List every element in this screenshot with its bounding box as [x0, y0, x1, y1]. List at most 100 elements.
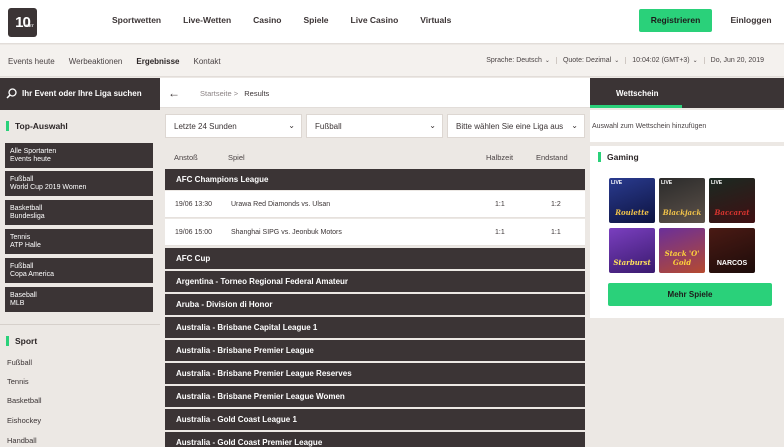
top-item[interactable]: Baseball MLB [5, 287, 153, 312]
top-item-league: Events heute [10, 156, 51, 163]
league-header[interactable]: AFC Cup [165, 248, 585, 269]
sidebar-item-handball[interactable]: Handball [7, 436, 37, 445]
sidebar-item-tennis[interactable]: Tennis [7, 377, 29, 386]
match-time: 19/06 13:30 [175, 201, 212, 208]
live-badge: LIVE [611, 180, 623, 186]
game-tile-stack-o-gold[interactable]: Stack 'O' Gold [659, 228, 705, 273]
league-header[interactable]: Australia - Brisbane Premier League Wome… [165, 386, 585, 407]
league-select[interactable]: Bitte wählen Sie eine Liga aus ⌄ [447, 114, 585, 138]
chevron-down-icon: ⌄ [571, 121, 578, 130]
language-label: Sprache: [486, 57, 515, 64]
chevron-down-icon: ⌄ [544, 58, 550, 64]
match-game[interactable]: Urawa Red Diamonds vs. Ulsan [231, 201, 330, 208]
search-icon [6, 88, 17, 99]
league-header[interactable]: Australia - Brisbane Capital League 1 [165, 317, 585, 338]
game-title: NARCOS [716, 260, 748, 267]
match-halftime: 1:1 [495, 201, 505, 208]
top-item-league: ATP Halle [10, 242, 41, 249]
betslip-header: Wettschein [590, 78, 784, 108]
register-button[interactable]: Registrieren [639, 9, 712, 32]
match-final: 1:2 [551, 201, 561, 208]
main-nav: Sportwetten Live-Wetten Casino Spiele Li… [112, 15, 451, 25]
game-tile-starburst[interactable]: Starburst [609, 228, 655, 273]
current-date: Do, Jun 20, 2019 [703, 57, 770, 64]
top-item-sport: Basketball [10, 205, 43, 212]
language-select[interactable]: Sprache: Deutsch ⌄ [480, 57, 556, 64]
sport-select[interactable]: Fußball ⌄ [306, 114, 443, 138]
column-final: Endstand [536, 153, 568, 162]
sport-select-value: Fußball [315, 122, 342, 131]
chevron-down-icon: ⌄ [288, 121, 295, 130]
game-title: Starburst [613, 258, 651, 267]
match-time: 19/06 15:00 [175, 229, 212, 236]
nav-casino[interactable]: Casino [253, 15, 281, 25]
more-games-button[interactable]: Mehr Spiele [608, 283, 772, 306]
league-header[interactable]: Argentina - Torneo Regional Federal Amat… [165, 271, 585, 292]
match-halftime: 1:1 [495, 229, 505, 236]
table-row: 19/06 15:00 Shanghai SIPG vs. Jeonbuk Mo… [165, 219, 585, 246]
game-tile-blackjack[interactable]: LIVE Blackjack [659, 178, 705, 223]
period-select-value: Letzte 24 Sunden [174, 122, 237, 131]
game-title: Roulette [615, 208, 649, 217]
subnav-events-today[interactable]: Events heute [8, 57, 55, 66]
betslip-empty-message: Auswahl zum Wettschein hinzufügen [590, 110, 784, 142]
clock-timezone: (GMT+3) [661, 57, 690, 64]
game-tile-baccarat[interactable]: LIVE Baccarat [709, 178, 755, 223]
subnav-promotions[interactable]: Werbeaktionen [69, 57, 123, 66]
league-header[interactable]: Australia - Gold Coast League 1 [165, 409, 585, 430]
nav-virtuals[interactable]: Virtuals [420, 15, 451, 25]
subnav-contact[interactable]: Kontakt [194, 57, 221, 66]
sidebar-item-basketball[interactable]: Basketball [7, 396, 42, 405]
match-game[interactable]: Shanghai SIPG vs. Jeonbuk Motors [231, 229, 342, 236]
search-box[interactable]: Ihr Event oder Ihre Liga suchen [0, 78, 160, 110]
game-tile-narcos[interactable]: NARCOS [709, 228, 755, 273]
search-input[interactable]: Ihr Event oder Ihre Liga suchen [22, 89, 142, 98]
top-selection-title: Top-Auswahl [6, 121, 68, 131]
back-arrow-icon[interactable]: ← [168, 86, 180, 100]
nav-spiele[interactable]: Spiele [304, 15, 329, 25]
top-item-sport: Baseball [10, 292, 37, 299]
nav-live-wetten[interactable]: Live-Wetten [183, 15, 231, 25]
chevron-down-icon: ⌄ [614, 58, 620, 64]
league-header[interactable]: Aruba - Division di Honor [165, 294, 585, 315]
top-item-sport: Fußball [10, 176, 34, 183]
period-select[interactable]: Letzte 24 Sunden ⌄ [165, 114, 302, 138]
breadcrumb-path: Startseite > Results [200, 89, 269, 98]
odds-value: Dezimal [585, 57, 612, 64]
game-title: Baccarat [714, 208, 750, 217]
league-header[interactable]: Australia - Brisbane Premier League Rese… [165, 363, 585, 384]
top-item[interactable]: Alle Sportarten Events heute [5, 143, 153, 168]
gaming-title: Gaming [598, 152, 639, 162]
league-header[interactable]: Australia - Gold Coast Premier League [165, 432, 585, 447]
brand-logo[interactable]: 10 BET [8, 8, 37, 37]
top-item-league: Bundesliga [10, 213, 45, 220]
subnav-results[interactable]: Ergebnisse [136, 57, 179, 66]
chevron-down-icon: ⌄ [692, 58, 698, 64]
settings-bar: Sprache: Deutsch ⌄ Quote: Dezimal ⌄ 10:04:… [480, 57, 770, 64]
login-button[interactable]: Einloggen [722, 9, 780, 32]
breadcrumb: ← Startseite > Results [160, 78, 590, 108]
logo-sub: BET [26, 23, 34, 28]
live-badge: LIVE [661, 180, 673, 186]
tab-betslip[interactable]: Wettschein [590, 78, 682, 108]
language-value: Deutsch [516, 57, 542, 64]
chevron-down-icon: ⌄ [429, 121, 436, 130]
left-sidebar: Ihr Event oder Ihre Liga suchen Top-Ausw… [0, 78, 160, 447]
top-header: 10 BET Sportwetten Live-Wetten Casino Sp… [0, 0, 784, 44]
breadcrumb-home[interactable]: Startseite [200, 89, 232, 98]
column-halftime: Halbzeit [486, 153, 514, 162]
top-item[interactable]: Tennis ATP Halle [5, 229, 153, 254]
nav-sportwetten[interactable]: Sportwetten [112, 15, 161, 25]
league-header[interactable]: Australia - Brisbane Premier League [165, 340, 585, 361]
nav-live-casino[interactable]: Live Casino [351, 15, 399, 25]
sidebar-item-fussball[interactable]: Fußball [7, 358, 32, 367]
league-header[interactable]: AFC Champions League [165, 169, 585, 190]
top-item[interactable]: Fußball World Cup 2019 Women [5, 171, 153, 196]
game-tile-roulette[interactable]: LIVE Roulette [609, 178, 655, 223]
clock[interactable]: 10:04:02 (GMT+3) ⌄ [625, 57, 703, 64]
top-item[interactable]: Fußball Copa America [5, 258, 153, 283]
sidebar-item-eishockey[interactable]: Eishockey [7, 416, 41, 425]
top-item[interactable]: Basketball Bundesliga [5, 200, 153, 225]
odds-select[interactable]: Quote: Dezimal ⌄ [555, 57, 625, 64]
sub-nav: Events heute Werbeaktionen Ergebnisse Ko… [8, 57, 221, 66]
